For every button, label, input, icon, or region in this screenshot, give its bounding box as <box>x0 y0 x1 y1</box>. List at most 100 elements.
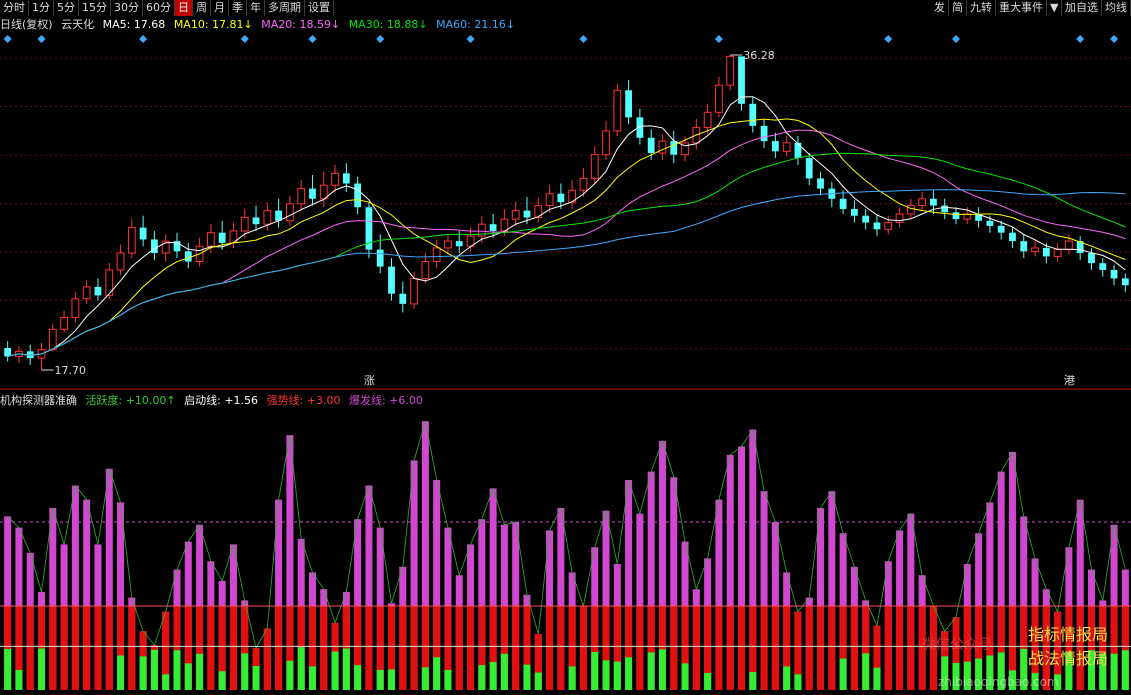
strong-bar-13 <box>150 645 158 690</box>
toolbar-right-1[interactable]: 加自选 <box>1062 0 1102 16</box>
strong-bar-17 <box>196 606 204 690</box>
candle-body-79 <box>895 213 904 224</box>
watermark-wechat: 微信公众号 <box>922 637 992 653</box>
activity-bar-58 <box>658 440 666 690</box>
signal-diamond-1 <box>37 35 46 43</box>
ma20-line <box>7 129 1126 357</box>
strong-bar-18 <box>207 606 215 690</box>
candle-body-32 <box>365 207 373 250</box>
watermark-tactics-bureau: 战法情报局 <box>1028 649 1109 668</box>
candle-body-65 <box>738 56 745 104</box>
start-bar-12 <box>139 656 147 690</box>
activity-bar-78 <box>884 561 892 690</box>
activity-bar-16 <box>184 541 192 690</box>
period-tab-8[interactable]: 月 <box>211 0 229 16</box>
strong-bar-46 <box>523 606 531 690</box>
activity-bar-63 <box>715 499 723 690</box>
strong-bar-7 <box>83 606 91 690</box>
activity-bar-57 <box>647 471 655 690</box>
period-tab-0[interactable]: 分时 <box>0 0 29 16</box>
activity-bar-60 <box>681 541 689 690</box>
activity-bar-66 <box>749 429 757 690</box>
activity-bar-6 <box>71 485 79 690</box>
period-tab-6[interactable]: 日 <box>175 0 193 16</box>
strong-bar-43 <box>489 606 497 690</box>
toolbar-right-6[interactable]: 发 <box>931 0 949 16</box>
candle-body-90 <box>1020 241 1028 252</box>
activity-bar-80 <box>907 513 915 690</box>
strong-bar-71 <box>805 606 813 690</box>
activity-bar-99 <box>1121 569 1129 690</box>
strong-bar-79 <box>896 606 904 690</box>
candle-body-12 <box>139 227 147 240</box>
period-tab-2[interactable]: 5分 <box>54 0 79 16</box>
period-toolbar: 分时 1分 5分 15分 30分 60分日周月季年多周期 设置 均线 加自选 ▼ 重大事件 九转简发 <box>0 0 1131 16</box>
candle-body-70 <box>794 142 802 159</box>
candle-body-16 <box>184 251 192 262</box>
start-bar-44 <box>500 653 508 690</box>
strong-bar-57 <box>647 606 655 690</box>
candle-body-86 <box>975 214 982 221</box>
candle-body-82 <box>930 198 937 206</box>
start-bar-47 <box>534 672 542 690</box>
candle-body-83 <box>941 205 949 213</box>
period-tab-11[interactable]: 多周期 <box>265 0 305 16</box>
start-bar-3 <box>38 648 46 690</box>
strong-bar-30 <box>342 606 350 690</box>
strong-bar-23 <box>263 628 271 690</box>
start-bar-62 <box>704 672 712 690</box>
event-tag-zhang: 涨 <box>364 374 375 387</box>
period-tab-1[interactable]: 1分 <box>29 0 54 16</box>
strong-bar-19 <box>218 606 226 690</box>
toolbar-right-5[interactable]: 简 <box>949 0 967 16</box>
toolbar-right-4[interactable]: 九转 <box>967 0 996 16</box>
candle-body-81 <box>918 198 927 207</box>
candle-body-28 <box>319 184 328 200</box>
activity-bar-48 <box>546 530 554 690</box>
activity-bar-86 <box>975 533 983 690</box>
candle-body-15 <box>173 241 181 252</box>
stock-chart[interactable]: 36.28 17.70 涨 港 <box>0 0 1131 695</box>
activity-bar-29 <box>331 622 339 690</box>
signal-diamond-6 <box>466 35 475 43</box>
strong-bar-37 <box>421 606 429 690</box>
period-tab-4[interactable]: 30分 <box>111 0 143 16</box>
activity-bar-3 <box>38 592 46 690</box>
activity-bar-71 <box>805 597 813 690</box>
period-tab-10[interactable]: 年 <box>247 0 265 16</box>
candle-body-25 <box>286 203 294 222</box>
high-price-label: 36.28 <box>743 49 775 62</box>
period-tab-5[interactable]: 60分 <box>143 0 175 16</box>
candle-body-85 <box>963 213 972 220</box>
candle-body-23 <box>263 210 272 225</box>
period-tab-9[interactable]: 季 <box>229 0 247 16</box>
candle-body-13 <box>151 239 158 254</box>
toolbar-right-2[interactable]: ▼ <box>1047 0 1063 16</box>
toolbar-right-0[interactable]: 均线 <box>1102 0 1131 16</box>
strong-bar-48 <box>546 606 554 690</box>
candle-body-76 <box>862 215 870 223</box>
ma10-label: MA10: 17.81↓ <box>173 18 253 31</box>
strong-bar-38 <box>433 606 441 690</box>
candle-body-39 <box>444 240 452 249</box>
candle-body-44 <box>500 218 509 232</box>
signal-diamond-8 <box>714 35 723 43</box>
candle-body-55 <box>625 90 632 118</box>
signal-diamond-3 <box>240 35 249 43</box>
activity-bar-55 <box>625 480 633 690</box>
start-bar-22 <box>252 665 260 690</box>
activity-bar-11 <box>128 597 136 690</box>
strong-bar-98 <box>1110 606 1118 690</box>
activity-bar-39 <box>444 527 452 690</box>
strong-bar-26 <box>297 606 305 690</box>
activity-bar-65 <box>737 446 745 690</box>
period-tab-3[interactable]: 15分 <box>79 0 111 16</box>
candle-body-80 <box>906 205 915 215</box>
activity-bar-49 <box>557 508 565 690</box>
activity-bar-54 <box>613 564 621 690</box>
burst-line-label: 爆发线: +6.00 <box>348 394 423 407</box>
period-tab-12[interactable]: 设置 <box>305 0 334 16</box>
strong-bar-53 <box>602 606 610 690</box>
period-tab-7[interactable]: 周 <box>193 0 211 16</box>
toolbar-right-3[interactable]: 重大事件 <box>996 0 1047 16</box>
